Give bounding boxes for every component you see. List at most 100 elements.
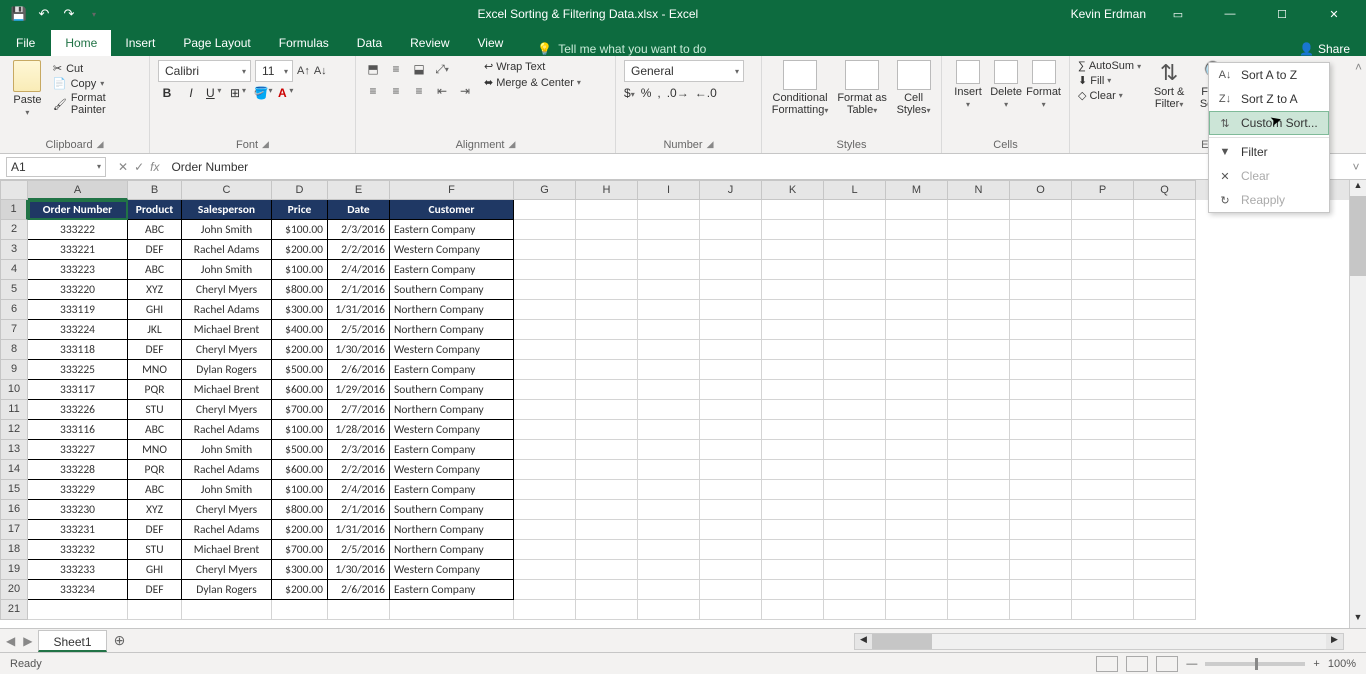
cell[interactable]: Date [328, 200, 390, 220]
save-button[interactable]: 💾 [8, 3, 30, 25]
close-button[interactable]: ✕ [1314, 0, 1354, 28]
cell[interactable] [576, 540, 638, 560]
cell[interactable] [700, 600, 762, 620]
cell[interactable] [514, 200, 576, 220]
cell[interactable] [886, 400, 948, 420]
cell[interactable] [948, 420, 1010, 440]
cell[interactable]: MNO [128, 440, 182, 460]
format-cells-button[interactable]: Format▾ [1026, 60, 1061, 110]
autosum-button[interactable]: ∑ AutoSum ▾ [1078, 60, 1141, 72]
cell[interactable]: John Smith [182, 260, 272, 280]
cell[interactable] [700, 580, 762, 600]
cell[interactable] [390, 600, 514, 620]
cell[interactable] [638, 500, 700, 520]
cell[interactable] [886, 540, 948, 560]
row-header[interactable]: 7 [0, 320, 28, 340]
cell[interactable]: 333233 [28, 560, 128, 580]
cell[interactable]: $200.00 [272, 580, 328, 600]
cell[interactable]: Michael Brent [182, 380, 272, 400]
font-size-select[interactable]: 11▾ [255, 60, 293, 82]
column-header-H[interactable]: H [576, 180, 638, 200]
cell[interactable] [182, 600, 272, 620]
cell[interactable]: 333221 [28, 240, 128, 260]
row-header[interactable]: 3 [0, 240, 28, 260]
cell[interactable] [638, 580, 700, 600]
align-bottom-button[interactable]: ⬓ [410, 60, 428, 78]
cell[interactable] [824, 280, 886, 300]
cell[interactable] [762, 520, 824, 540]
cell[interactable]: Cheryl Myers [182, 560, 272, 580]
align-middle-button[interactable]: ≡ [387, 60, 405, 78]
cell[interactable] [1134, 240, 1196, 260]
cell[interactable] [1010, 380, 1072, 400]
cell[interactable] [576, 200, 638, 220]
cell[interactable] [638, 540, 700, 560]
cell[interactable]: 1/28/2016 [328, 420, 390, 440]
cell[interactable] [1072, 220, 1134, 240]
cell[interactable] [886, 460, 948, 480]
cell[interactable] [886, 240, 948, 260]
expand-formula-bar-icon[interactable]: ˅ [1346, 160, 1366, 174]
copy-button[interactable]: 📄 Copy ▾ [53, 77, 141, 90]
cell[interactable] [886, 560, 948, 580]
cell[interactable] [576, 380, 638, 400]
cell[interactable] [700, 320, 762, 340]
cell[interactable] [1010, 420, 1072, 440]
row-header[interactable]: 20 [0, 580, 28, 600]
cut-button[interactable]: ✂ Cut [53, 62, 141, 75]
cell[interactable]: $200.00 [272, 340, 328, 360]
cell[interactable]: DEF [128, 240, 182, 260]
cell[interactable] [1010, 500, 1072, 520]
cell[interactable]: 333225 [28, 360, 128, 380]
page-layout-view-button[interactable] [1126, 656, 1148, 672]
cell[interactable]: $100.00 [272, 420, 328, 440]
cell[interactable]: Rachel Adams [182, 300, 272, 320]
cell[interactable]: 2/5/2016 [328, 540, 390, 560]
cell[interactable]: GHI [128, 560, 182, 580]
cell[interactable]: ABC [128, 220, 182, 240]
cancel-formula-icon[interactable]: ✕ [118, 160, 128, 174]
cell[interactable] [638, 260, 700, 280]
cell[interactable] [638, 220, 700, 240]
cell[interactable] [824, 240, 886, 260]
cell[interactable]: STU [128, 400, 182, 420]
column-header-J[interactable]: J [700, 180, 762, 200]
increase-font-button[interactable]: A↑ [297, 65, 310, 77]
cell[interactable] [1072, 480, 1134, 500]
row-header[interactable]: 15 [0, 480, 28, 500]
cell[interactable] [1072, 560, 1134, 580]
tab-view[interactable]: View [464, 30, 518, 56]
cell[interactable]: $600.00 [272, 380, 328, 400]
cell[interactable]: 2/6/2016 [328, 360, 390, 380]
cell[interactable] [1134, 460, 1196, 480]
cell[interactable] [638, 480, 700, 500]
cell[interactable] [1072, 600, 1134, 620]
cell[interactable] [514, 400, 576, 420]
cell[interactable]: Southern Company [390, 380, 514, 400]
cell[interactable] [762, 320, 824, 340]
cell[interactable] [886, 520, 948, 540]
cell[interactable] [1072, 580, 1134, 600]
cell[interactable]: $700.00 [272, 400, 328, 420]
cell[interactable] [886, 280, 948, 300]
column-header-G[interactable]: G [514, 180, 576, 200]
cell[interactable] [514, 600, 576, 620]
cell[interactable]: 1/30/2016 [328, 560, 390, 580]
cell[interactable] [1010, 480, 1072, 500]
cell[interactable] [762, 360, 824, 380]
cell[interactable] [948, 560, 1010, 580]
row-header[interactable]: 12 [0, 420, 28, 440]
worksheet-grid[interactable]: ABCDEFGHIJKLMNOPQ 1Order NumberProductSa… [0, 180, 1366, 628]
cell[interactable] [1134, 600, 1196, 620]
cell[interactable] [1072, 320, 1134, 340]
cell[interactable] [1010, 260, 1072, 280]
cell[interactable]: Product [128, 200, 182, 220]
cell[interactable] [1134, 500, 1196, 520]
underline-button[interactable]: U▾ [206, 86, 224, 100]
cell[interactable]: Southern Company [390, 500, 514, 520]
row-header[interactable]: 16 [0, 500, 28, 520]
cell[interactable]: $700.00 [272, 540, 328, 560]
tell-me-search[interactable]: 💡 Tell me what you want to do [537, 42, 706, 56]
paste-button[interactable]: Paste▾ [8, 60, 47, 118]
cell[interactable]: STU [128, 540, 182, 560]
